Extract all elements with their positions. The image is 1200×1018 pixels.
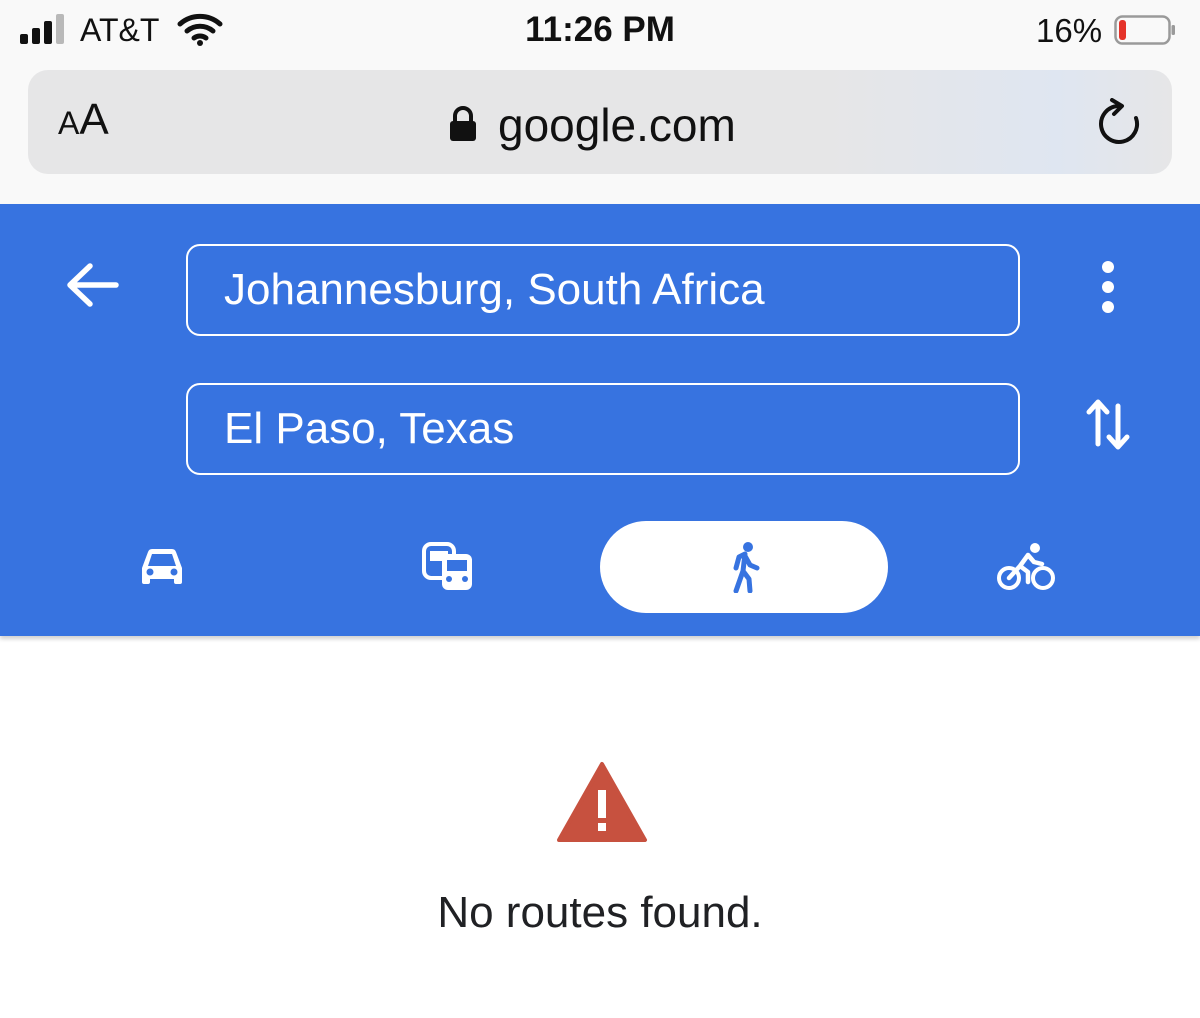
no-routes-message: No routes found. (437, 888, 763, 937)
text-size-small-label: A (58, 105, 80, 141)
bike-icon (997, 543, 1055, 590)
battery-icon (1114, 15, 1175, 45)
mode-transit-button[interactable] (396, 521, 500, 613)
more-vert-icon[interactable] (1088, 260, 1128, 314)
text-size-large-label: A (79, 95, 109, 144)
warning-icon (557, 762, 647, 842)
reload-icon[interactable] (1096, 98, 1146, 148)
address-bar[interactable]: AA google.com (28, 70, 1172, 174)
text-size-button[interactable]: AA (58, 98, 109, 142)
mode-bike-button[interactable] (974, 521, 1078, 613)
swap-icon[interactable] (1086, 398, 1130, 450)
origin-input[interactable] (188, 246, 1018, 334)
battery-fill (1119, 20, 1126, 40)
car-icon (142, 549, 182, 584)
lock-icon (450, 106, 476, 141)
browser-toolbar: AA google.com (0, 64, 1200, 204)
url-text[interactable]: google.com (498, 98, 736, 152)
walk-icon (733, 542, 760, 593)
clock: 11:26 PM (525, 10, 675, 49)
mode-drive-button[interactable] (110, 521, 214, 613)
directions-header (0, 204, 1200, 636)
origin-field[interactable] (186, 244, 1020, 336)
transit-icon (422, 542, 472, 590)
status-bar: AT&T 11:26 PM 16% (0, 0, 1200, 64)
destination-field[interactable] (186, 383, 1020, 475)
destination-input[interactable] (188, 385, 1018, 473)
mode-walk-button[interactable] (600, 521, 888, 613)
back-arrow-icon[interactable] (64, 260, 120, 310)
battery-percent: 16% (1036, 12, 1103, 49)
